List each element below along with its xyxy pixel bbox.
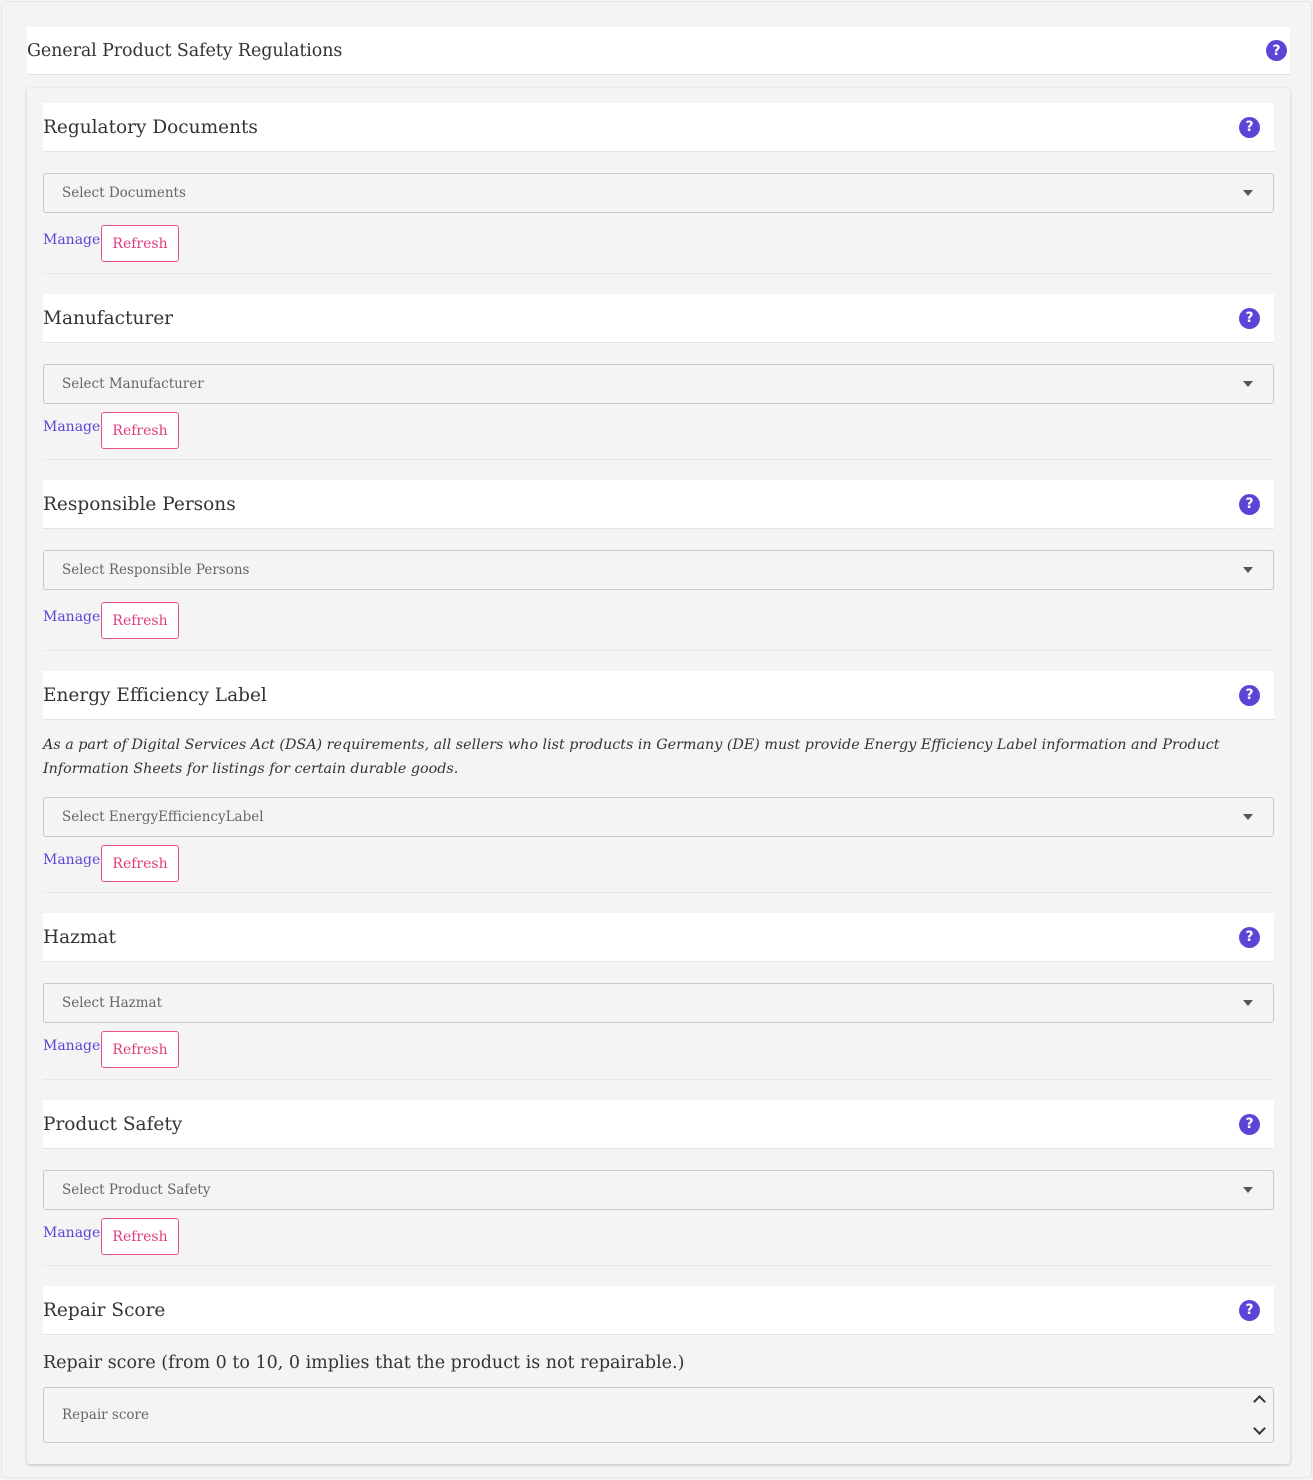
decrement-icon[interactable] <box>1253 1422 1266 1435</box>
repair-score-label: Repair score (from 0 to 10, 0 implies th… <box>43 1353 685 1373</box>
refresh-button[interactable]: Refresh <box>101 1218 179 1255</box>
page-title: General Product Safety Regulations <box>27 40 343 61</box>
refresh-button[interactable]: Refresh <box>101 225 179 262</box>
refresh-button[interactable]: Refresh <box>101 1031 179 1068</box>
section-title: Product Safety <box>43 1113 183 1135</box>
regulatory-documents-section: Regulatory Documents ? Select Documents … <box>43 103 1274 274</box>
select-placeholder: Select Hazmat <box>62 995 163 1011</box>
dsa-description: As a part of Digital Services Act (DSA) … <box>43 737 1220 777</box>
caret-down-icon <box>1243 814 1253 820</box>
help-icon[interactable]: ? <box>1239 116 1260 138</box>
product-safety-select[interactable]: Select Product Safety <box>43 1170 1274 1210</box>
refresh-button[interactable]: Refresh <box>101 845 179 882</box>
help-icon[interactable]: ? <box>1239 926 1260 948</box>
repair-score-input[interactable]: Repair score <box>43 1387 1274 1443</box>
help-icon[interactable]: ? <box>1239 1113 1260 1135</box>
energy-efficiency-label-section: Energy Efficiency Label ? As a part of D… <box>43 671 1274 893</box>
refresh-button[interactable]: Refresh <box>101 412 179 449</box>
caret-down-icon <box>1243 190 1253 196</box>
hazmat-section: Hazmat ? Select Hazmat Manage Refresh <box>43 913 1274 1080</box>
refresh-button[interactable]: Refresh <box>101 602 179 639</box>
documents-select[interactable]: Select Documents <box>43 173 1274 213</box>
page-header: General Product Safety Regulations ? <box>27 27 1290 75</box>
manage-link[interactable]: Manage <box>43 1038 100 1054</box>
manufacturer-section: Manufacturer ? Select Manufacturer Manag… <box>43 294 1274 460</box>
section-header: Hazmat ? <box>43 913 1274 962</box>
section-title: Hazmat <box>43 926 116 948</box>
select-placeholder: Select Manufacturer <box>62 376 204 392</box>
section-header: Repair Score ? <box>43 1286 1274 1335</box>
section-title: Regulatory Documents <box>43 116 258 138</box>
caret-down-icon <box>1243 567 1253 573</box>
select-placeholder: Select Documents <box>62 185 186 201</box>
select-placeholder: Select Product Safety <box>62 1182 211 1198</box>
section-title: Energy Efficiency Label <box>43 684 267 706</box>
help-icon[interactable]: ? <box>1239 684 1260 706</box>
select-placeholder: Select EnergyEfficiencyLabel <box>62 809 264 825</box>
help-icon[interactable]: ? <box>1239 493 1260 515</box>
caret-down-icon <box>1243 1000 1253 1006</box>
manufacturer-select[interactable]: Select Manufacturer <box>43 364 1274 404</box>
hazmat-select[interactable]: Select Hazmat <box>43 983 1274 1023</box>
section-header: Product Safety ? <box>43 1100 1274 1149</box>
outer-container: General Product Safety Regulations ? Reg… <box>1 1 1312 1478</box>
responsible-persons-select[interactable]: Select Responsible Persons <box>43 550 1274 590</box>
section-header: Regulatory Documents ? <box>43 103 1274 152</box>
responsible-persons-section: Responsible Persons ? Select Responsible… <box>43 480 1274 651</box>
product-safety-section: Product Safety ? Select Product Safety M… <box>43 1100 1274 1266</box>
section-title: Manufacturer <box>43 307 174 329</box>
manage-link[interactable]: Manage <box>43 232 100 248</box>
help-icon[interactable]: ? <box>1239 1299 1260 1321</box>
repair-score-section: Repair Score ? Repair score (from 0 to 1… <box>43 1286 1274 1446</box>
manage-link[interactable]: Manage <box>43 419 100 435</box>
manage-link[interactable]: Manage <box>43 852 100 868</box>
section-title: Responsible Persons <box>43 493 236 515</box>
help-icon[interactable]: ? <box>1266 40 1287 61</box>
input-placeholder: Repair score <box>62 1407 149 1423</box>
caret-down-icon <box>1243 1187 1253 1193</box>
manage-link[interactable]: Manage <box>43 609 100 625</box>
energy-label-select[interactable]: Select EnergyEfficiencyLabel <box>43 797 1274 837</box>
select-placeholder: Select Responsible Persons <box>62 562 250 578</box>
manage-link[interactable]: Manage <box>43 1225 100 1241</box>
section-header: Responsible Persons ? <box>43 480 1274 529</box>
section-header: Manufacturer ? <box>43 294 1274 343</box>
caret-down-icon <box>1243 381 1253 387</box>
help-icon[interactable]: ? <box>1239 307 1260 329</box>
section-header: Energy Efficiency Label ? <box>43 671 1274 720</box>
increment-icon[interactable] <box>1253 1395 1266 1408</box>
section-title: Repair Score <box>43 1299 166 1321</box>
